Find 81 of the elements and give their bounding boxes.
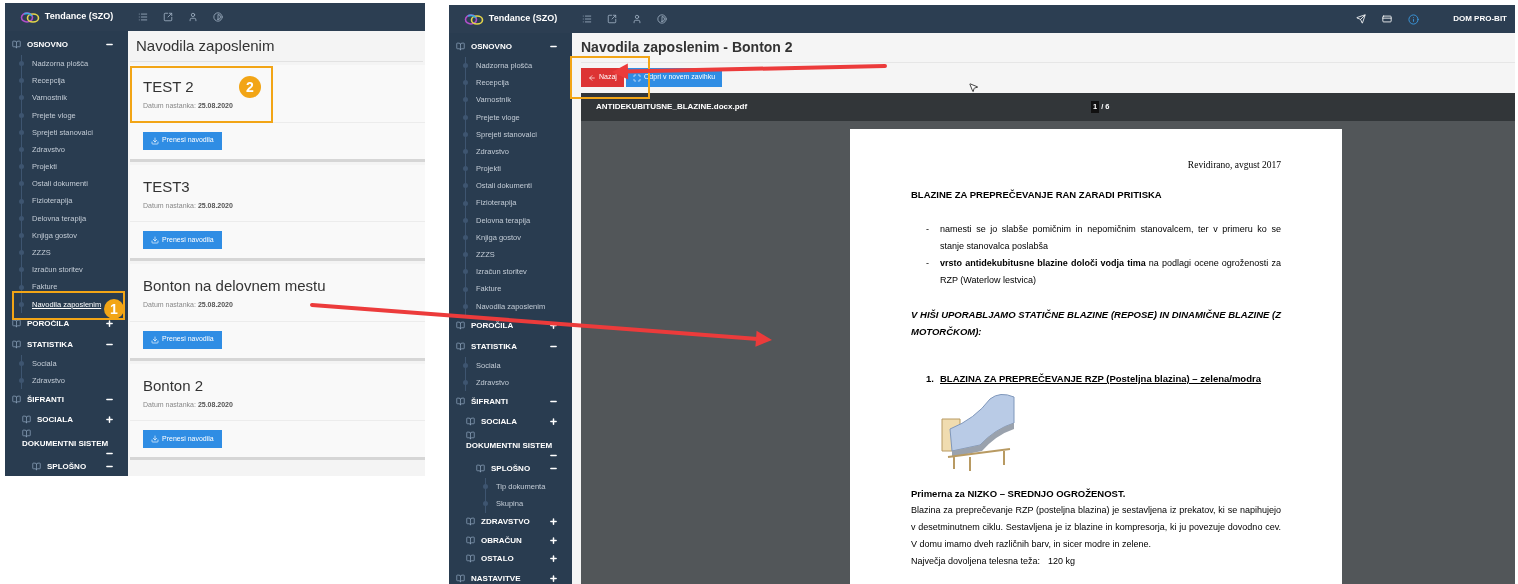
page-title: Navodila zaposlenim - Bonton 2 [581,38,793,57]
card-title: Bonton 2 [143,375,204,396]
sidebar-group[interactable]: OBRAČUN [449,531,572,550]
external-link-icon[interactable] [607,14,617,24]
logo-icon [19,10,40,24]
page-title: Navodila zaposlenim [136,35,275,56]
document-heading: BLAZINE ZA PREPREČEVANJE RAN ZARADI PRITISKA [911,188,1163,202]
download-icon [151,335,159,344]
suitability-heading: Primerna za NIZKO – SREDNJO OGROŽENOST. [911,487,1127,501]
download-icon [151,236,159,244]
book-icon [12,318,21,328]
expand-icon[interactable] [549,416,558,426]
expand-icon [632,73,641,82]
book-icon [456,341,465,351]
brand-name: Tendance (SZO) [44,10,114,24]
bullet-marker: - [926,223,930,236]
sidebar-group[interactable]: SOCIALA [5,410,128,429]
card-title: TEST3 [143,176,190,197]
card-title: Bonton na delovnem mestu [143,276,326,296]
section-heading: V HIŠI UPORABLJAMO STATIČNE BLAZINE (REPOSE) IN DINAMIČNE BLAZINE (Z MOTORČKOM): [911,308,1281,339]
expand-icon[interactable] [105,414,114,424]
sidebar-group[interactable]: DOKUMENTNI SISTEM [449,430,572,460]
card-icon[interactable] [1382,14,1393,24]
expand-icon[interactable] [549,535,558,545]
description-paragraph: Blazina za preprečevanje RZP (posteljna blazina) je sestavljena iz prekatov, ki se napihujejo v desetminutnem ciklu. Sestavljena je iz blazine in kompresorja, ki ju povezuje dovodno cev. V domu imamo dveh različnih barv, in sicer modre in zelene. [911,504,1281,551]
book-icon [456,320,465,330]
book-icon [22,428,31,438]
user-name[interactable]: DOM PRO-BIT [1453,13,1507,25]
card-title: TEST 2 [143,77,194,97]
bullet-text: vrsto antidekubitusne blazine določi vodja tima na podlagi ocene ogroženosti za RZP (Waterlow lestvica) [940,257,1281,287]
sidebar-group[interactable]: NASTAVITVE [449,568,572,584]
book-icon [476,464,485,474]
book-icon [22,414,31,424]
brand-name: Tendance (SZO) [488,12,558,26]
book-icon [12,40,21,49]
sidebar-group[interactable]: ŠIFRANTI [449,391,572,413]
book-icon [466,430,475,440]
sidebar-group[interactable]: POROČILA [449,314,572,336]
sidebar-group[interactable]: ŠIFRANTI [5,389,128,411]
sidebar-group[interactable]: STATISTIKA [449,335,572,357]
download-icon [151,435,159,443]
sidebar-group[interactable]: ZDRAVSTVO [449,512,572,532]
list-number: 1. [926,372,935,386]
book-icon [466,517,475,527]
book-icon [456,397,465,407]
user-icon[interactable] [632,14,642,24]
book-icon [12,395,21,405]
book-icon [466,535,475,545]
expand-icon[interactable] [549,574,558,584]
contrast-icon[interactable] [657,14,667,24]
sidebar-group[interactable]: SPLOŠNO [449,459,572,479]
book-icon [32,462,41,472]
book-icon [466,416,475,426]
expand-icon[interactable] [549,554,558,564]
send-icon[interactable] [1356,14,1367,24]
revision-date: Revidirano, avgust 2017 [1186,159,1281,172]
numbered-heading: BLAZINA ZA PREPREČEVANJE RZP (Posteljna blazina) – zelena/modra [940,372,1261,386]
sidebar-group[interactable]: DOKUMENTNI SISTEM [5,428,128,458]
bullet-marker: - [926,257,930,270]
sidebar-group[interactable]: OSNOVNO [5,34,128,55]
sidebar-group[interactable]: SPLOŠNO [5,457,128,476]
book-icon [456,42,465,51]
book-icon [456,574,465,584]
arrow-left-icon [588,73,596,82]
book-icon [12,339,21,349]
logo-icon [463,12,484,26]
contrast-icon[interactable] [213,12,223,22]
expand-icon[interactable] [105,318,114,328]
sidebar-group[interactable]: STATISTIKA [5,333,128,355]
file-name: ANTIDEKUBITUSNE_BLAZINE.docx.pdf [596,101,749,113]
book-icon [466,554,475,564]
user-icon[interactable] [188,12,198,22]
download-icon [151,136,159,145]
sidebar-group[interactable]: OSTALO [449,549,572,569]
expand-icon[interactable] [549,517,558,527]
weight-label: Največja dovoljena telesna teža: [911,555,1041,568]
external-link-icon[interactable] [163,12,173,22]
weight-value: 120 kg [1048,555,1076,568]
sidebar-group[interactable]: SOCIALA [449,412,572,431]
info-icon[interactable] [1408,13,1420,25]
sidebar-group[interactable]: OSNOVNO [449,36,572,57]
